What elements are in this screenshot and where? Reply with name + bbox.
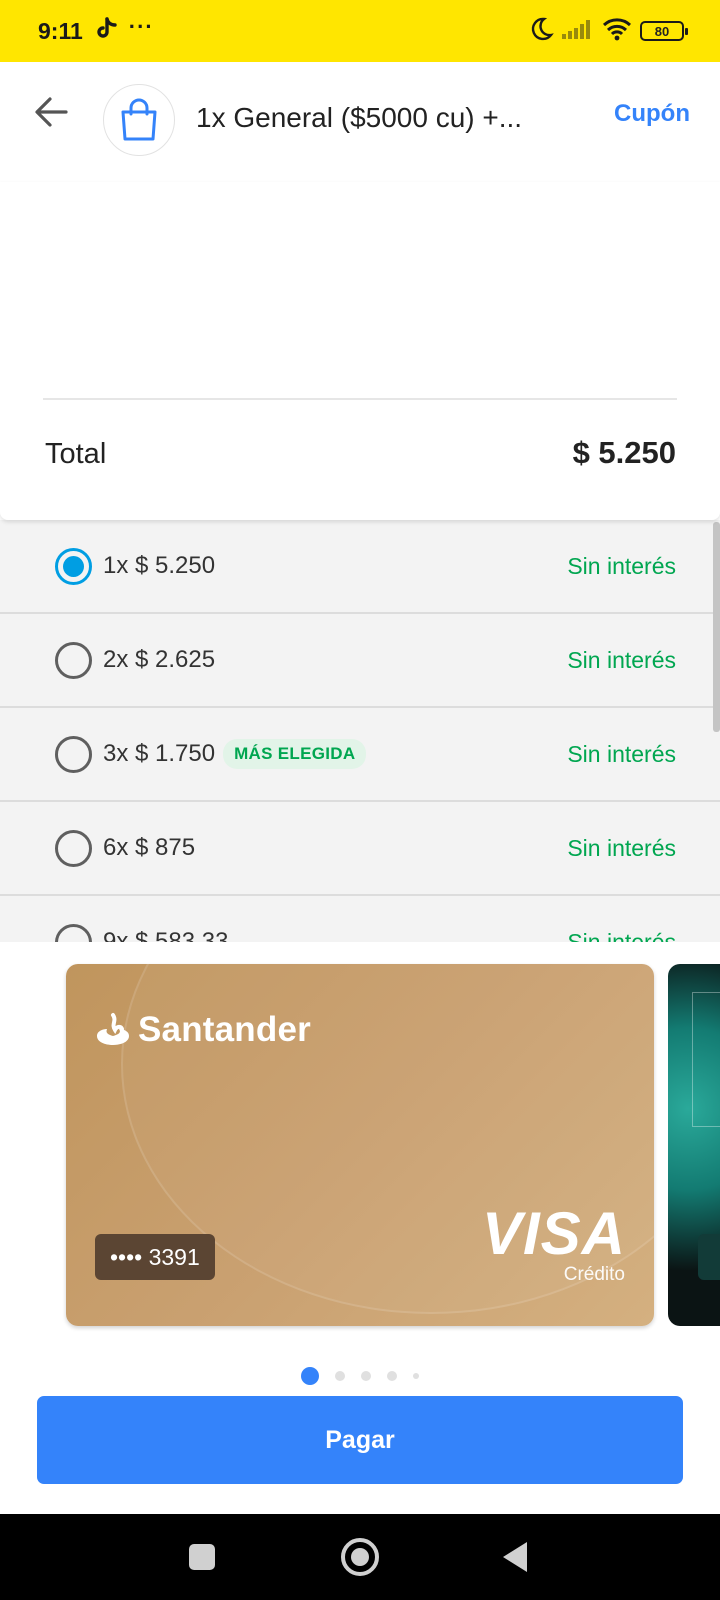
installment-option-5[interactable]: 9x $ 583,33 Sin interés xyxy=(0,896,720,942)
order-summary: Total $ 5.250 xyxy=(0,182,720,520)
back-button[interactable] xyxy=(32,92,72,132)
pager-dot[interactable] xyxy=(361,1371,371,1381)
battery-icon: 80 xyxy=(640,21,688,41)
card-last-digits: •••• 3391 xyxy=(95,1234,215,1280)
installment-amount: 9x $ 583,33 xyxy=(103,928,229,942)
bank-name: Santander xyxy=(138,1010,311,1049)
status-more-icon: ··· xyxy=(128,14,154,39)
santander-flame-icon xyxy=(97,1013,129,1045)
checkout-header: 1x General ($5000 cu) +... Cupón xyxy=(0,62,720,182)
moon-icon xyxy=(528,16,554,47)
installment-interest: Sin interés xyxy=(567,834,676,861)
installment-amount: 6x $ 875 xyxy=(103,834,196,861)
carousel-pager xyxy=(0,1366,720,1386)
bank-logo: Santander xyxy=(94,1010,311,1050)
radio-unselected[interactable] xyxy=(55,829,92,867)
coupon-link[interactable]: Cupón xyxy=(614,100,690,128)
installment-interest: Sin interés xyxy=(567,552,676,579)
product-thumbnail xyxy=(103,84,175,156)
signal-icon xyxy=(562,18,594,45)
most-chosen-badge: MÁS ELEGIDA xyxy=(223,739,367,769)
installment-option-3[interactable]: 3x $ 1.750 MÁS ELEGIDA Sin interés xyxy=(0,708,720,802)
radio-unselected[interactable] xyxy=(55,735,92,773)
shopping-bag-icon xyxy=(121,98,157,141)
pay-button[interactable]: Pagar xyxy=(37,1396,683,1484)
installment-option-2[interactable]: 2x $ 2.625 Sin interés xyxy=(0,614,720,708)
nav-back-icon[interactable] xyxy=(503,1542,527,1572)
installment-option-4[interactable]: 6x $ 875 Sin interés xyxy=(0,802,720,896)
status-time: 9:11 xyxy=(38,17,83,44)
next-card-preview[interactable] xyxy=(668,964,720,1326)
pager-dot[interactable] xyxy=(413,1373,419,1379)
radio-unselected[interactable] xyxy=(55,641,92,679)
total-value: $ 5.250 xyxy=(572,435,676,470)
payment-cards-carousel[interactable]: Santander •••• 3391 VISA Crédito xyxy=(0,942,720,1362)
pager-dot[interactable] xyxy=(387,1371,397,1381)
tiktok-icon xyxy=(95,16,117,46)
installment-amount: 1x $ 5.250 xyxy=(103,552,216,579)
home-icon[interactable] xyxy=(341,1538,379,1576)
card-type: Crédito xyxy=(563,1264,625,1285)
installment-amount: 2x $ 2.625 xyxy=(103,646,216,673)
credit-card-santander[interactable]: Santander •••• 3391 VISA Crédito xyxy=(66,964,654,1326)
back-arrow-icon xyxy=(35,97,68,127)
pager-dot-active[interactable] xyxy=(301,1367,319,1385)
status-bar: 9:11 ··· 80 xyxy=(0,0,720,62)
installment-interest: Sin interés xyxy=(567,646,676,673)
radio-unselected[interactable] xyxy=(55,923,92,942)
installment-amount: 3x $ 1.750 xyxy=(103,740,216,767)
pager-dot[interactable] xyxy=(335,1371,345,1381)
installment-option-1[interactable]: 1x $ 5.250 Sin interés xyxy=(0,520,720,614)
installment-interest: Sin interés xyxy=(567,740,676,767)
wifi-icon xyxy=(602,17,632,46)
installment-interest: Sin interés xyxy=(567,928,676,943)
total-label: Total xyxy=(45,438,107,470)
recent-apps-icon[interactable] xyxy=(189,1544,215,1570)
installments-list[interactable]: 1x $ 5.250 Sin interés 2x $ 2.625 Sin in… xyxy=(0,520,720,942)
order-title[interactable]: 1x General ($5000 cu) +... xyxy=(196,102,522,134)
scrollbar[interactable] xyxy=(713,522,720,732)
system-nav-bar xyxy=(0,1514,720,1600)
radio-selected[interactable] xyxy=(55,547,92,585)
summary-divider xyxy=(43,398,677,400)
visa-logo: VISA xyxy=(481,1200,626,1267)
